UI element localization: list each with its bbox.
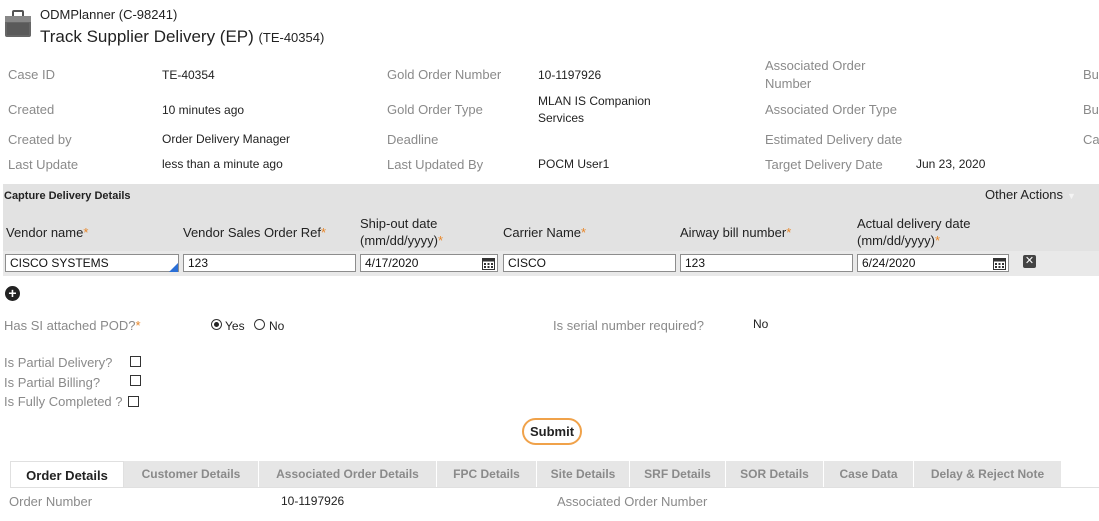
partial-delivery-label: Is Partial Delivery? xyxy=(4,355,113,370)
calendar-icon[interactable] xyxy=(482,257,495,270)
pod-field: Has SI attached POD?* xyxy=(4,318,141,333)
col-vendor-name-label: Vendor name xyxy=(6,225,84,240)
created-value: 10 minutes ago xyxy=(162,103,245,117)
gold-order-type-value-line1: MLAN IS Companion xyxy=(538,94,651,108)
tab-associated-order-details[interactable]: Associated Order Details xyxy=(259,461,437,488)
tab-delay-reject-note[interactable]: Delay & Reject Note xyxy=(914,461,1062,488)
col-airway-bill-label: Airway bill number xyxy=(680,225,787,240)
serial-value: No xyxy=(753,317,769,331)
clipped-label-3: Ca xyxy=(1083,132,1099,147)
col-ship-out-date: Ship-out date (mm/dd/yyyy)* xyxy=(360,215,443,249)
case-title: Track Supplier Delivery (EP) xyxy=(40,27,254,46)
target-delivery-label: Target Delivery Date xyxy=(765,157,883,172)
vendor-name-input[interactable] xyxy=(5,254,179,272)
tab-order-details[interactable]: Order Details xyxy=(10,461,124,488)
pod-yes-radio[interactable] xyxy=(211,319,222,330)
serial-label: Is serial number required? xyxy=(553,318,705,333)
partial-billing-checkbox[interactable] xyxy=(130,375,141,386)
col-ship-out-label-line2: (mm/dd/yyyy) xyxy=(360,233,438,248)
last-updated-by-value: POCM User1 xyxy=(538,157,610,171)
col-carrier-name-label: Carrier Name xyxy=(503,225,582,240)
clipped-label-2: Bu xyxy=(1083,102,1099,117)
delete-row-icon[interactable]: ✕ xyxy=(1023,255,1036,268)
col-actual-delivery-date: Actual delivery date (mm/dd/yyyy)* xyxy=(857,215,970,249)
last-update-label: Last Update xyxy=(8,157,79,172)
autocomplete-corner-icon xyxy=(169,263,178,272)
required-mark: * xyxy=(321,225,327,240)
tab-site-details[interactable]: Site Details xyxy=(537,461,630,488)
required-mark: * xyxy=(83,225,89,240)
partial-billing-label: Is Partial Billing? xyxy=(4,375,101,390)
order-number-value: 10-1197926 xyxy=(281,494,345,508)
col-vendor-sales-order-ref-label: Vendor Sales Order Ref xyxy=(183,225,322,240)
created-by-value: Order Delivery Manager xyxy=(162,132,291,146)
col-vendor-name: Vendor name* xyxy=(6,224,88,241)
add-row-icon[interactable]: + xyxy=(5,286,20,301)
fully-completed-checkbox[interactable] xyxy=(128,396,139,407)
tab-fpc-details[interactable]: FPC Details xyxy=(437,461,537,488)
gold-order-type-value-line2: Services xyxy=(538,111,585,125)
col-actual-delivery-label-line1: Actual delivery date xyxy=(857,216,971,231)
deadline-label: Deadline xyxy=(387,132,439,147)
ship-out-date-input[interactable] xyxy=(360,254,498,272)
pod-yes-label[interactable]: Yes xyxy=(225,319,245,333)
required-mark: * xyxy=(438,233,444,248)
target-delivery-value: Jun 23, 2020 xyxy=(916,157,986,171)
col-ship-out-label-line1: Ship-out date xyxy=(360,216,438,231)
required-mark: * xyxy=(135,318,141,333)
pod-no-label[interactable]: No xyxy=(269,319,284,333)
calendar-icon[interactable] xyxy=(993,257,1006,270)
tab-sor-details[interactable]: SOR Details xyxy=(726,461,824,488)
est-delivery-label: Estimated Delivery date xyxy=(765,132,903,147)
required-mark: * xyxy=(581,225,587,240)
other-actions-menu[interactable]: Other Actions ▼ xyxy=(985,187,1076,202)
vendor-sales-order-ref-input[interactable] xyxy=(183,254,356,272)
gold-order-number-value: 10-1197926 xyxy=(538,68,602,82)
assoc-order-number-label-line1: Associated Order xyxy=(765,58,866,73)
fully-completed-label: Is Fully Completed ? xyxy=(4,394,123,409)
tab-case-data[interactable]: Case Data xyxy=(824,461,914,488)
last-update-value: less than a minute ago xyxy=(162,157,283,171)
case-id-value: TE-40354 xyxy=(162,68,215,82)
app-name: ODMPlanner (C-98241) xyxy=(40,7,178,22)
partial-delivery-checkbox[interactable] xyxy=(130,356,141,367)
tab-srf-details[interactable]: SRF Details xyxy=(630,461,726,488)
clipped-label-1: Bu xyxy=(1083,67,1099,82)
required-mark: * xyxy=(935,233,941,248)
col-actual-delivery-label-line2: (mm/dd/yyyy) xyxy=(857,233,935,248)
page-title: Track Supplier Delivery (EP) (TE-40354) xyxy=(40,27,324,47)
submit-button[interactable]: Submit xyxy=(522,418,582,445)
gold-order-type-label: Gold Order Type xyxy=(387,102,483,117)
tab-divider xyxy=(10,487,1099,488)
order-number-label: Order Number xyxy=(9,494,93,509)
gold-order-number-label: Gold Order Number xyxy=(387,67,502,82)
col-airway-bill: Airway bill number* xyxy=(680,224,791,241)
case-id-label: Case ID xyxy=(8,67,55,82)
tab-customer-details[interactable]: Customer Details xyxy=(124,461,259,488)
section-title: Capture Delivery Details xyxy=(4,190,131,202)
col-vendor-sales-order-ref: Vendor Sales Order Ref* xyxy=(183,224,326,241)
pod-no-radio[interactable] xyxy=(254,319,265,330)
required-mark: * xyxy=(786,225,792,240)
carrier-name-input[interactable] xyxy=(503,254,676,272)
col-carrier-name: Carrier Name* xyxy=(503,224,586,241)
actual-delivery-date-input[interactable] xyxy=(857,254,1009,272)
airway-bill-input[interactable] xyxy=(680,254,853,272)
assoc-order-number-label-line2: Number xyxy=(765,76,812,91)
assoc-order-type-label: Associated Order Type xyxy=(765,102,897,117)
assoc-order-number-label: Associated Order Number xyxy=(557,494,708,509)
created-label: Created xyxy=(8,102,55,117)
chevron-down-icon: ▼ xyxy=(1067,191,1076,201)
pod-label: Has SI attached POD? xyxy=(4,318,136,333)
created-by-label: Created by xyxy=(8,132,72,147)
briefcase-icon xyxy=(4,10,32,38)
last-updated-by-label: Last Updated By xyxy=(387,157,484,172)
case-id-badge: (TE-40354) xyxy=(258,30,325,45)
other-actions-label: Other Actions xyxy=(985,187,1064,202)
